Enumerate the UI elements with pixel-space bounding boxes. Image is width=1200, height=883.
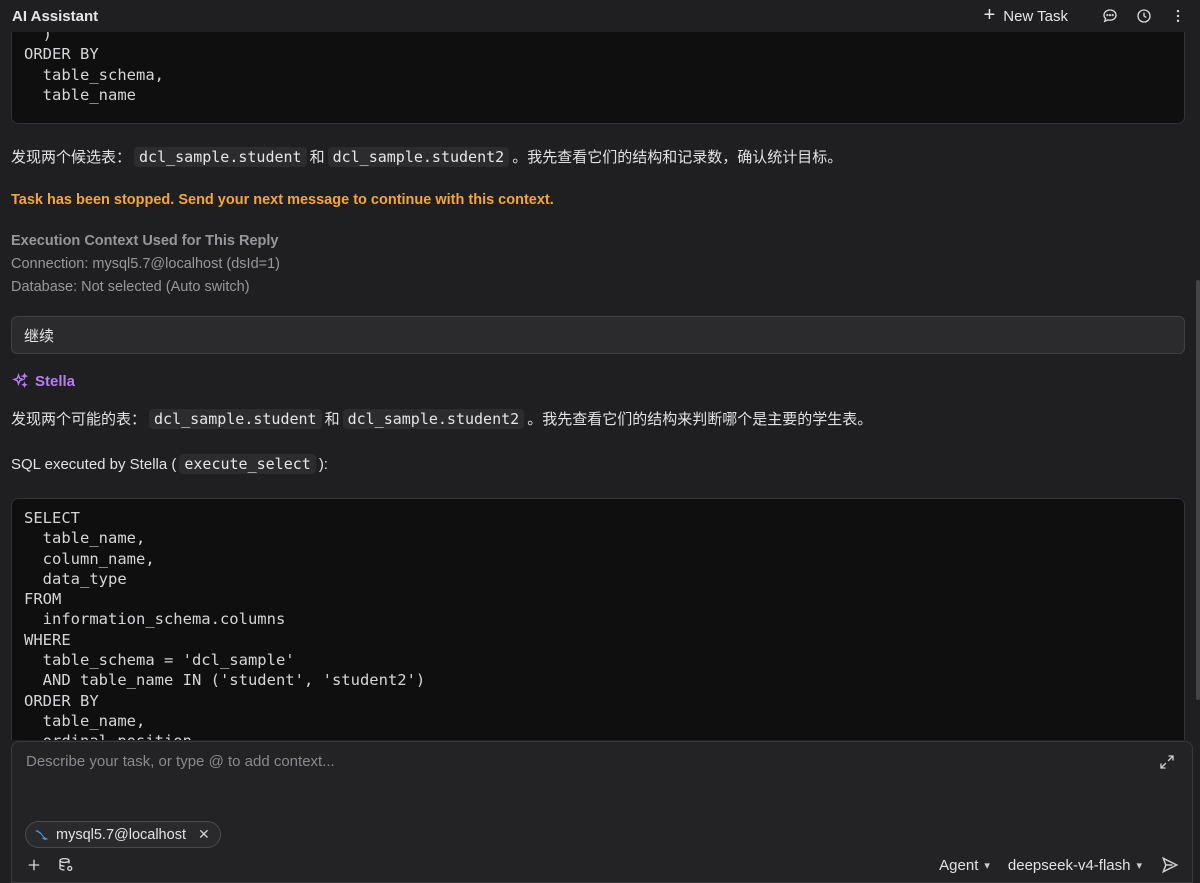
code-line: information_schema.columns bbox=[24, 610, 286, 629]
message-text: 发现两个可能的表： bbox=[11, 411, 147, 428]
code-line: table_name, bbox=[24, 711, 146, 730]
code-line: table_schema, bbox=[24, 65, 164, 84]
history-icon[interactable] bbox=[1134, 6, 1154, 26]
context-tag-label: mysql5.7@localhost bbox=[56, 826, 186, 843]
chevron-down-icon: ▾ bbox=[1136, 859, 1142, 872]
chat-history[interactable]: ) ORDER BY table_schema, table_name 发现两个候… bbox=[0, 32, 1200, 740]
sql-executed-label: SQL executed by Stella ( execute_select … bbox=[11, 454, 328, 474]
message-text: 。我先查看它们的结构和记录数，确认统计目标。 bbox=[512, 149, 843, 166]
user-message-text: 继续 bbox=[24, 327, 55, 345]
model-label: deepseek-v4-flash bbox=[1007, 856, 1131, 874]
mode-label: Agent bbox=[939, 856, 979, 874]
message-text: 。我先查看它们的结构来判断哪个是主要的学生表。 bbox=[527, 411, 873, 428]
mode-select[interactable]: Agent ▾ bbox=[939, 857, 990, 874]
sparkle-icon bbox=[12, 372, 29, 388]
plus-icon: + bbox=[983, 4, 996, 26]
input-toolbar: Agent ▾ deepseek-v4-flash ▾ bbox=[12, 850, 1192, 880]
message-text: ): bbox=[318, 455, 328, 473]
inline-code: dcl_sample.student bbox=[134, 146, 307, 167]
close-icon[interactable]: ✕ bbox=[198, 826, 210, 843]
assistant-header: Stella bbox=[11, 372, 75, 390]
assistant-name: Stella bbox=[35, 372, 76, 390]
code-line: SELECT bbox=[24, 509, 80, 527]
task-input[interactable]: Describe your task, or type @ to add con… bbox=[26, 753, 335, 770]
app-title: AI Assistant bbox=[12, 7, 99, 25]
chevron-down-icon: ▾ bbox=[984, 859, 990, 872]
new-task-button[interactable]: + New Task bbox=[983, 4, 1068, 26]
message-text: 和 bbox=[309, 149, 325, 166]
chat-input-panel: Describe your task, or type @ to add con… bbox=[11, 741, 1193, 883]
model-select[interactable]: deepseek-v4-flash ▾ bbox=[1008, 857, 1142, 874]
mysql-dolphin-icon bbox=[35, 829, 49, 840]
code-line: ORDER BY bbox=[24, 691, 99, 710]
send-icon bbox=[1161, 856, 1179, 874]
message-text: SQL executed by Stella ( bbox=[11, 455, 177, 473]
inline-code: dcl_sample.student bbox=[149, 408, 322, 429]
sql-code-block-top: ) ORDER BY table_schema, table_name bbox=[11, 32, 1185, 124]
send-button[interactable] bbox=[1160, 855, 1180, 875]
context-tag[interactable]: mysql5.7@localhost ✕ bbox=[25, 821, 221, 848]
code-line: column_name, bbox=[24, 549, 155, 568]
code-line: AND table_name IN ('student', 'student2'… bbox=[24, 671, 426, 690]
exec-context-connection: Connection: mysql5.7@localhost (dsId=1) bbox=[11, 256, 281, 272]
database-icon[interactable] bbox=[56, 855, 76, 875]
new-task-label: New Task bbox=[1003, 7, 1068, 25]
code-line: table_name, bbox=[24, 529, 146, 548]
sql-code-block: SELECT table_name, column_name, data_typ… bbox=[11, 498, 1185, 740]
task-stopped-notice: Task has been stopped. Send your next me… bbox=[11, 192, 554, 208]
assistant-message-2: 发现两个可能的表： dcl_sample.student 和 dcl_sampl… bbox=[11, 408, 872, 429]
more-options-icon[interactable] bbox=[1168, 6, 1188, 26]
add-icon[interactable] bbox=[24, 855, 44, 875]
exec-context-database: Database: Not selected (Auto switch) bbox=[11, 279, 250, 295]
inline-code: dcl_sample.student2 bbox=[342, 408, 525, 429]
scrollbar-thumb[interactable] bbox=[1196, 280, 1200, 700]
code-line: ORDER BY bbox=[24, 45, 99, 64]
message-text: 和 bbox=[324, 411, 340, 428]
inline-code: dcl_sample.student2 bbox=[327, 146, 510, 167]
message-text: 发现两个候选表： bbox=[11, 149, 132, 166]
code-line: table_schema = 'dcl_sample' bbox=[24, 651, 295, 670]
app-header: AI Assistant + New Task bbox=[0, 0, 1200, 32]
code-line: ) bbox=[24, 32, 52, 43]
assistant-message-1: 发现两个候选表： dcl_sample.student 和 dcl_sample… bbox=[11, 146, 842, 167]
code-line: WHERE bbox=[24, 630, 71, 649]
code-line: table_name bbox=[24, 85, 136, 104]
expand-icon[interactable] bbox=[1158, 753, 1176, 771]
chat-icon[interactable] bbox=[1100, 6, 1120, 26]
inline-code: execute_select bbox=[179, 454, 316, 474]
code-line: FROM bbox=[24, 590, 62, 609]
code-line: data_type bbox=[24, 569, 127, 588]
user-message: 继续 bbox=[11, 316, 1185, 354]
exec-context-title: Execution Context Used for This Reply bbox=[11, 233, 279, 249]
code-line: ordinal_position bbox=[24, 731, 1172, 740]
